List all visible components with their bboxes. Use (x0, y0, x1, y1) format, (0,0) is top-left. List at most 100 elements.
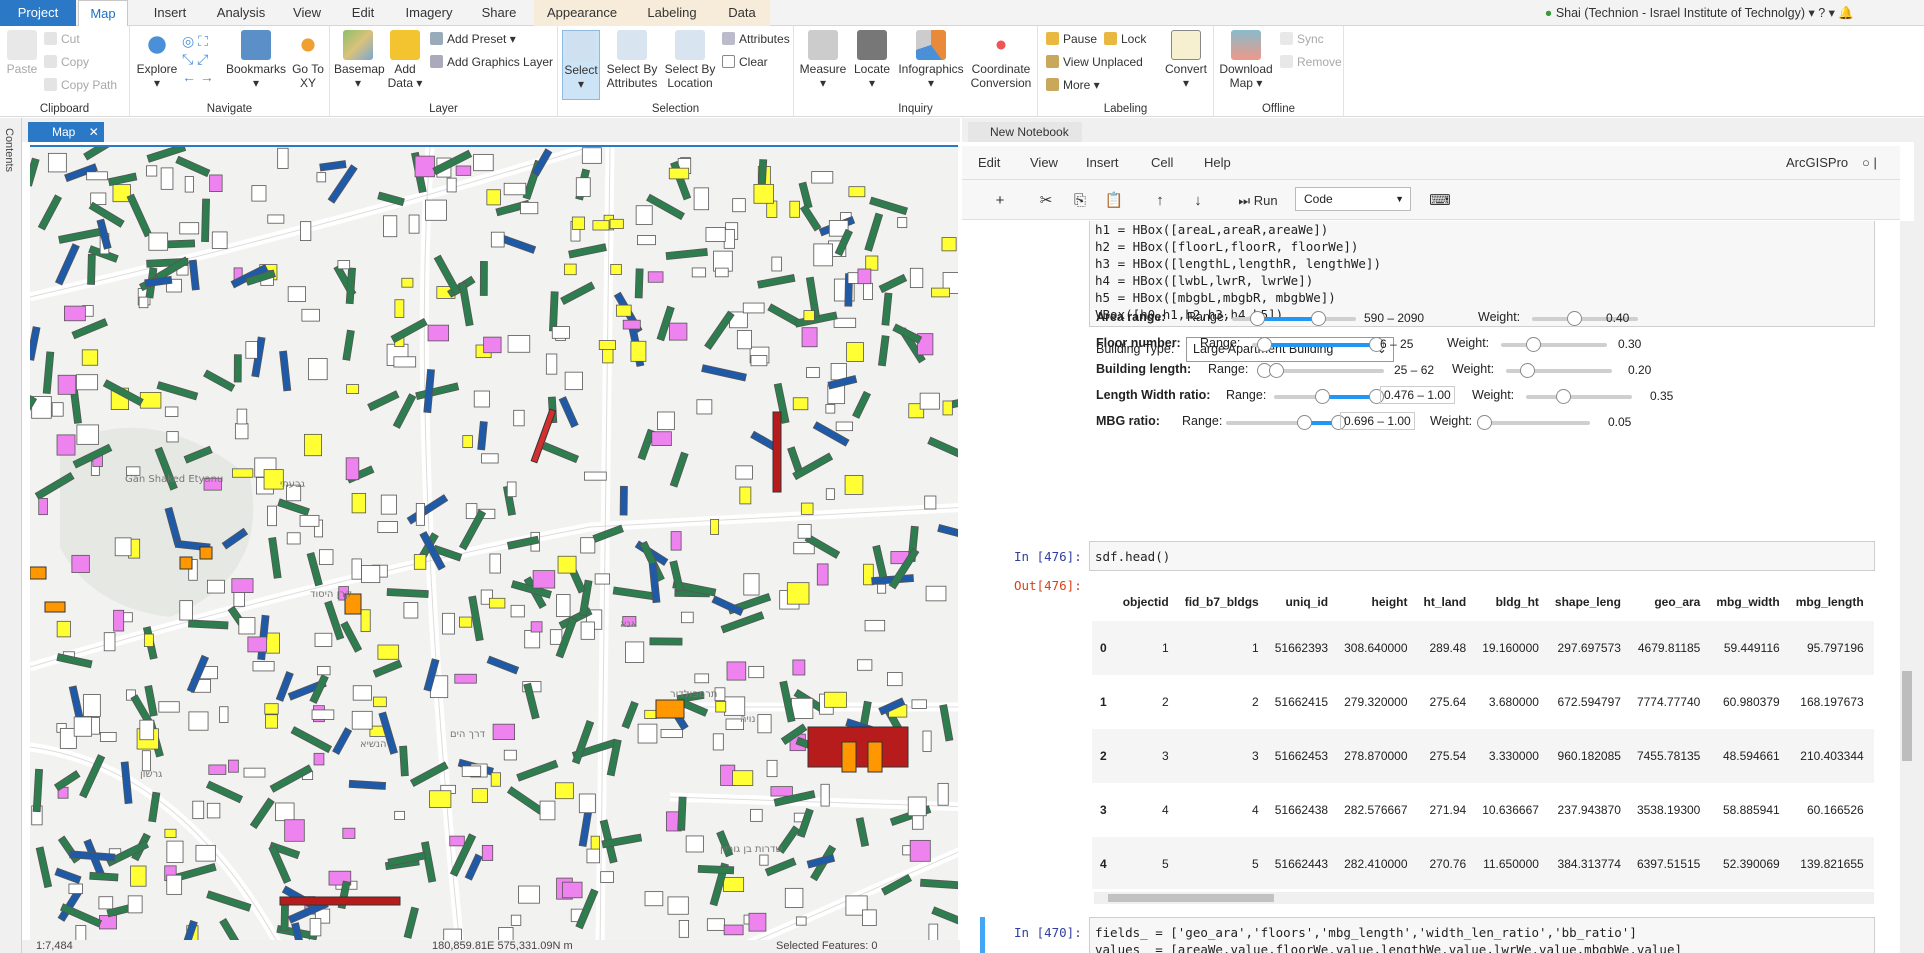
map-drawing[interactable]: גבעתי גרשון הנשיא קרן היסוד דרך הים תרמפולדור… (30, 147, 958, 940)
add-cell-button[interactable]: + (986, 188, 1014, 212)
tab-imagery[interactable]: Imagery (396, 0, 462, 26)
move-up-button[interactable]: ↑ (1146, 188, 1174, 212)
range-value[interactable]: 0.476 – 1.00 (1380, 386, 1455, 404)
range-slider[interactable] (1232, 311, 1356, 326)
menu-view[interactable]: View (1030, 155, 1058, 170)
pause-labeling-button[interactable]: Pause (1046, 30, 1097, 48)
range-value[interactable]: 0.696 – 1.00 (1340, 412, 1415, 430)
slider-handle[interactable] (1520, 363, 1536, 378)
slider-handle[interactable] (1310, 311, 1326, 326)
building-highlight (179, 556, 193, 570)
clear-button[interactable]: Clear (722, 53, 768, 71)
range-slider[interactable] (1256, 363, 1384, 378)
bookmarks-button[interactable]: Bookmarks ▾ (224, 30, 288, 90)
building (784, 887, 804, 908)
weight-slider[interactable] (1501, 337, 1607, 352)
basemap-button[interactable]: Basemap ▾ (334, 30, 385, 90)
range-value[interactable]: 25 – 62 (1394, 363, 1434, 377)
range-slider[interactable] (1252, 337, 1384, 352)
range-slider[interactable] (1226, 415, 1346, 430)
add-data-button[interactable]: Add Data ▾ (386, 30, 424, 90)
menu-insert[interactable]: Insert (1086, 155, 1119, 170)
more-labeling-button[interactable]: More ▾ (1046, 76, 1100, 94)
range-value[interactable]: 6 – 25 (1380, 337, 1413, 351)
tab-labeling[interactable]: Labeling (630, 0, 714, 26)
keyboard-icon[interactable]: ⌨ (1426, 188, 1454, 212)
select-button[interactable]: Select ▾ (562, 30, 600, 100)
notebook-tab[interactable]: New Notebook (968, 122, 1082, 142)
sync-button[interactable]: Sync (1280, 30, 1324, 48)
notebook-vertical-scrollbar[interactable] (1900, 221, 1914, 953)
select-by-attributes-button[interactable]: Select By Attributes (604, 30, 660, 90)
infographics-button[interactable]: Infographics ▾ (896, 30, 966, 90)
navigate-arrows-icon[interactable]: ◎ ⛶ ⤡ ⤢ ← → (182, 32, 222, 85)
group-offline: Download Map ▾ Sync Remove Offline (1214, 26, 1344, 117)
copy-cell-button[interactable]: ⎘ (1066, 188, 1094, 212)
slider-handle[interactable] (1314, 389, 1330, 404)
add-preset-button[interactable]: Add Preset ▾ (430, 30, 516, 48)
select-by-location-button[interactable]: Select By Location (662, 30, 718, 90)
scrollbar-thumb[interactable] (1902, 671, 1912, 761)
slider-handle[interactable] (1477, 415, 1492, 430)
map-canvas[interactable]: גבעתי גרשון הנשיא קרן היסוד דרך הים תרמפולדור… (30, 145, 958, 940)
view-unplaced-button[interactable]: View Unplaced (1046, 53, 1143, 71)
tab-share[interactable]: Share (470, 0, 528, 26)
tab-data[interactable]: Data (714, 0, 770, 26)
slider-handle[interactable] (1525, 337, 1541, 352)
scrollbar-thumb[interactable] (1108, 894, 1274, 902)
tab-view[interactable]: View (282, 0, 332, 26)
range-slider[interactable] (1274, 389, 1384, 404)
menu-help[interactable]: Help (1204, 155, 1231, 170)
cut-button[interactable]: Cut (44, 30, 80, 48)
tab-appearance[interactable]: Appearance (534, 0, 630, 26)
lock-labeling-button[interactable]: Lock (1104, 30, 1146, 48)
code-cell-input[interactable]: fields_ = ['geo_ara','floors','mbg_lengt… (1089, 917, 1875, 953)
move-down-button[interactable]: ↓ (1184, 188, 1212, 212)
copy-button[interactable]: Copy (44, 53, 89, 71)
add-graphics-layer-button[interactable]: Add Graphics Layer (430, 53, 553, 71)
weight-slider[interactable] (1506, 363, 1612, 378)
cell-type-select[interactable]: Code ▼ (1295, 187, 1411, 211)
paste-button[interactable]: Paste (4, 30, 40, 76)
remove-button[interactable]: Remove (1280, 53, 1342, 71)
paste-cell-button[interactable]: 📋 (1100, 188, 1128, 212)
tab-map[interactable]: Map (78, 0, 128, 27)
tab-analysis[interactable]: Analysis (208, 0, 274, 26)
measure-button[interactable]: Measure ▾ (798, 30, 848, 90)
tab-insert[interactable]: Insert (140, 0, 200, 26)
tab-project[interactable]: Project (0, 0, 76, 26)
explore-button[interactable]: Explore ▾ (134, 30, 180, 90)
menu-cell[interactable]: Cell (1151, 155, 1173, 170)
close-icon[interactable]: ✕ (89, 125, 99, 139)
download-map-button[interactable]: Download Map ▾ (1216, 30, 1276, 90)
range-value[interactable]: 590 – 2090 (1364, 311, 1424, 325)
run-button[interactable]: ⏭ Run (1230, 188, 1286, 212)
weight-slider[interactable] (1477, 415, 1590, 430)
attributes-button[interactable]: Attributes (722, 30, 790, 48)
slider-handle[interactable] (1269, 363, 1285, 378)
building-highlight (199, 546, 213, 560)
slider-handle[interactable] (1297, 415, 1313, 430)
menu-edit[interactable]: Edit (978, 155, 1000, 170)
convert-button[interactable]: Convert ▾ (1162, 30, 1210, 90)
notebook-body[interactable]: h1 = HBox([areaL,areaR,areaWe]) h2 = HBox… (962, 221, 1900, 953)
horizontal-scrollbar[interactable] (1094, 892, 1874, 904)
user-account[interactable]: ● Shai (Technion - Israel Institute of T… (1545, 0, 1854, 26)
coordinate-conversion-button[interactable]: Coordinate Conversion (968, 30, 1034, 90)
tab-edit[interactable]: Edit (340, 0, 386, 26)
go-to-xy-button[interactable]: Go To XY (288, 30, 328, 90)
cut-cell-button[interactable]: ✂ (1032, 188, 1060, 212)
building (757, 714, 772, 734)
code-cell-input[interactable]: sdf.head() (1089, 541, 1875, 571)
map-view-tab[interactable]: Map ✕ (28, 122, 104, 142)
slider-handle[interactable] (1556, 389, 1572, 404)
building (30, 157, 40, 187)
building (201, 198, 210, 243)
locate-button[interactable]: Locate ▾ (850, 30, 894, 90)
copy-path-button[interactable]: Copy Path (44, 76, 117, 94)
slider-handle[interactable] (1249, 311, 1265, 326)
map-street-label: נויה (740, 714, 756, 725)
contents-pane-toggle[interactable]: Contents (0, 118, 22, 953)
scale-readout[interactable]: 1:7,484 (36, 940, 73, 952)
weight-slider[interactable] (1526, 389, 1632, 404)
